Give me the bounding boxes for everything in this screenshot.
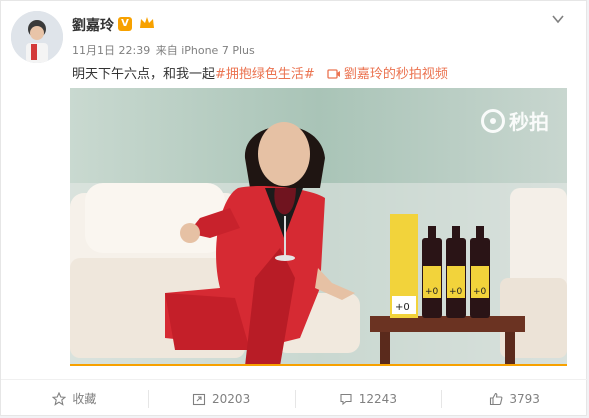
favorite-label: 收藏	[72, 392, 97, 406]
video-progress-bar	[70, 364, 567, 366]
like-icon	[490, 392, 503, 405]
repost-button[interactable]: 20203	[147, 380, 295, 417]
video-icon	[327, 68, 341, 84]
hashtag-link[interactable]: #拥抱绿色生活#	[215, 67, 315, 82]
miaopai-logo-icon	[481, 109, 505, 133]
crown-icon	[138, 15, 156, 31]
author-name[interactable]: 劉嘉玲	[72, 15, 114, 35]
post-content: 明天下午六点，和我一起#拥抱绿色生活# 劉嘉玲的秒拍视频	[72, 63, 448, 84]
post-timestamp[interactable]: 11月1日 22:39	[72, 44, 150, 57]
comment-button[interactable]: 12243	[294, 380, 442, 417]
video-progress-fill	[70, 364, 567, 366]
video-link-label: 劉嘉玲的秒拍视频	[343, 67, 448, 82]
weibo-post-card: 劉嘉玲 V 11月1日 22:39 来自 iPhone 7 Plus 明天下午六…	[0, 0, 588, 417]
repost-icon	[192, 393, 206, 405]
star-icon	[52, 391, 67, 406]
favorite-button[interactable]: 收藏	[1, 380, 148, 417]
post-meta: 11月1日 22:39 来自 iPhone 7 Plus	[72, 42, 255, 58]
verified-icon: V	[118, 17, 132, 31]
post-text: 明天下午六点，和我一起	[72, 67, 216, 82]
svg-text:+0: +0	[425, 287, 439, 297]
post-source: 来自 iPhone 7 Plus	[155, 44, 255, 57]
svg-text:+0: +0	[449, 287, 463, 297]
like-count: 3793	[509, 391, 540, 406]
action-bar: 收藏 20203 12243 3793	[1, 380, 588, 417]
repost-count: 20203	[212, 391, 251, 406]
video-link[interactable]: 劉嘉玲的秒拍视频	[327, 67, 448, 82]
svg-text:+0: +0	[473, 287, 487, 297]
chevron-down-icon[interactable]	[551, 11, 565, 25]
comment-count: 12243	[358, 391, 397, 406]
svg-text:+0: +0	[395, 302, 410, 313]
video-thumbnail[interactable]: +0 +0 +0 +0 秒拍	[70, 88, 567, 366]
watermark: 秒拍	[481, 106, 549, 135]
like-button[interactable]: 3793	[441, 380, 588, 417]
comment-icon	[340, 393, 352, 405]
avatar[interactable]	[11, 11, 63, 63]
